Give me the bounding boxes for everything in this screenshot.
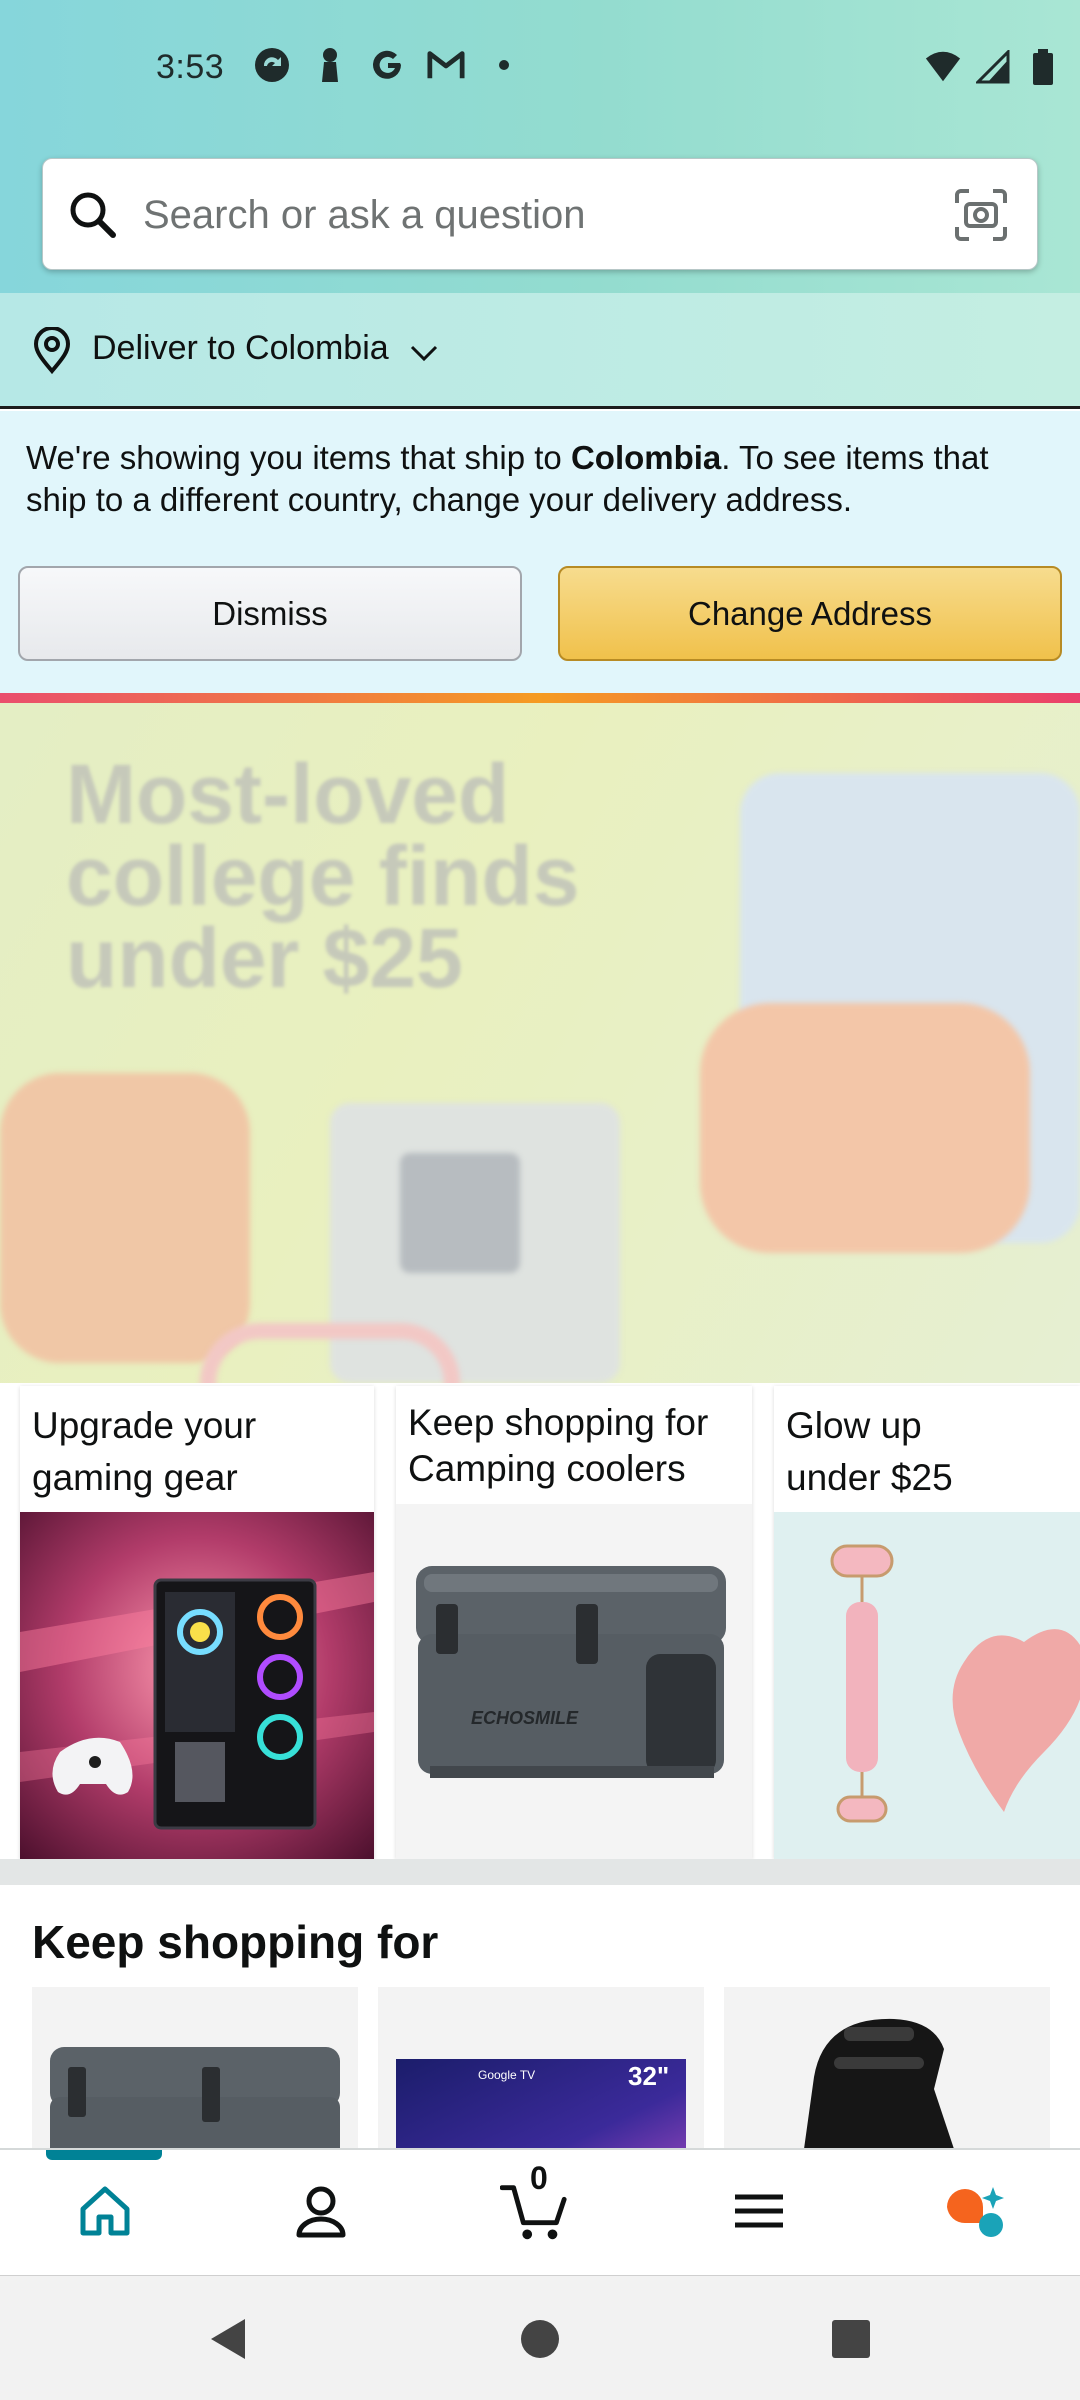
- home-icon: [80, 2186, 130, 2236]
- hero-blob-cup: [0, 1073, 250, 1363]
- menu-icon: [735, 2194, 783, 2228]
- tv-brand: Google TV: [478, 2068, 535, 2082]
- hero-banner[interactable]: Most-loved college finds under $25: [0, 703, 1080, 1383]
- gradient-divider: [0, 693, 1080, 703]
- location-pin-icon: [30, 326, 74, 375]
- notification-icons: [253, 46, 523, 84]
- dot-icon: [485, 46, 523, 84]
- change-address-button[interactable]: Change Address: [558, 566, 1062, 661]
- card-title: Keep shopping for Camping coolers: [408, 1402, 709, 1489]
- recents-icon: [832, 2320, 870, 2358]
- wifi-icon: [924, 48, 962, 86]
- google-icon: [369, 46, 407, 84]
- deliver-to-label: Deliver to Colombia: [92, 329, 389, 367]
- hero-blob-ring: [200, 1323, 460, 1383]
- tab-rufus[interactable]: [940, 2176, 1010, 2246]
- gaming-pc-image: [20, 1512, 374, 1859]
- hero-blob-screen: [400, 1153, 520, 1273]
- hero-blob-pouch: [700, 1003, 1030, 1253]
- card-gaming-gear[interactable]: Upgrade your gaming gear: [20, 1386, 374, 1859]
- status-time: 3:53: [156, 48, 225, 86]
- back-button[interactable]: [202, 2314, 252, 2364]
- home-button[interactable]: [515, 2314, 565, 2364]
- account-icon: [296, 2186, 346, 2238]
- card-title: Upgrade your gaming gear: [32, 1405, 257, 1498]
- battery-icon: [1024, 48, 1062, 86]
- keyhole-icon: [311, 46, 349, 84]
- bottom-tab-bar: 0: [0, 2148, 1080, 2275]
- tab-account[interactable]: [286, 2176, 356, 2246]
- shipping-notice-text: We're showing you items that ship to Col…: [26, 439, 989, 518]
- recents-button[interactable]: [826, 2314, 876, 2364]
- home-circle-icon: [521, 2320, 559, 2358]
- product-tile-tv[interactable]: Google TV 32": [378, 1987, 704, 2150]
- gmail-icon: [427, 46, 465, 84]
- keep-shopping-section: Keep shopping for Google TV 32": [0, 1885, 1080, 2150]
- system-icons: [924, 48, 1062, 86]
- search-icon[interactable]: [67, 189, 119, 241]
- sync-app-icon: [253, 46, 291, 84]
- active-tab-indicator: [46, 2150, 162, 2160]
- back-icon: [211, 2319, 245, 2359]
- tab-menu[interactable]: [724, 2176, 794, 2246]
- signal-icon: [974, 48, 1012, 86]
- status-bar: 3:53: [0, 0, 1080, 140]
- app-header: 3:53: [0, 0, 1080, 293]
- dismiss-button[interactable]: Dismiss: [18, 566, 522, 661]
- tv-size: 32": [628, 2061, 669, 2091]
- deliver-to-bar[interactable]: Deliver to Colombia: [0, 293, 1080, 409]
- hero-title: Most-loved college finds under $25: [66, 747, 580, 1005]
- search-bar[interactable]: [42, 158, 1038, 270]
- camera-search-icon[interactable]: [953, 187, 1009, 243]
- cooler-brand: ECHOSMILE: [471, 1708, 579, 1728]
- section-divider: [0, 1859, 1080, 1885]
- shipping-notice: We're showing you items that ship to Col…: [0, 411, 1080, 693]
- card-glow-up[interactable]: Glow up under $25: [774, 1386, 1080, 1859]
- rufus-icon: [947, 2187, 1004, 2237]
- card-camping-coolers[interactable]: Keep shopping for Camping coolers ECHOSM…: [396, 1386, 752, 1859]
- product-tile-skates[interactable]: [724, 1987, 1050, 2150]
- chevron-down-icon: [406, 337, 442, 367]
- cart-count: 0: [530, 2160, 548, 2196]
- section-title: Keep shopping for: [32, 1916, 439, 1968]
- tab-home[interactable]: [70, 2176, 140, 2246]
- search-input[interactable]: [143, 181, 963, 249]
- product-tile-cooler[interactable]: [32, 1987, 358, 2150]
- system-nav-bar: [0, 2275, 1080, 2400]
- country-name: Colombia: [570, 439, 722, 476]
- cooler-image: ECHOSMILE: [396, 1504, 752, 1859]
- face-roller-image: [774, 1512, 1080, 1859]
- card-title: Glow up under $25: [786, 1405, 953, 1498]
